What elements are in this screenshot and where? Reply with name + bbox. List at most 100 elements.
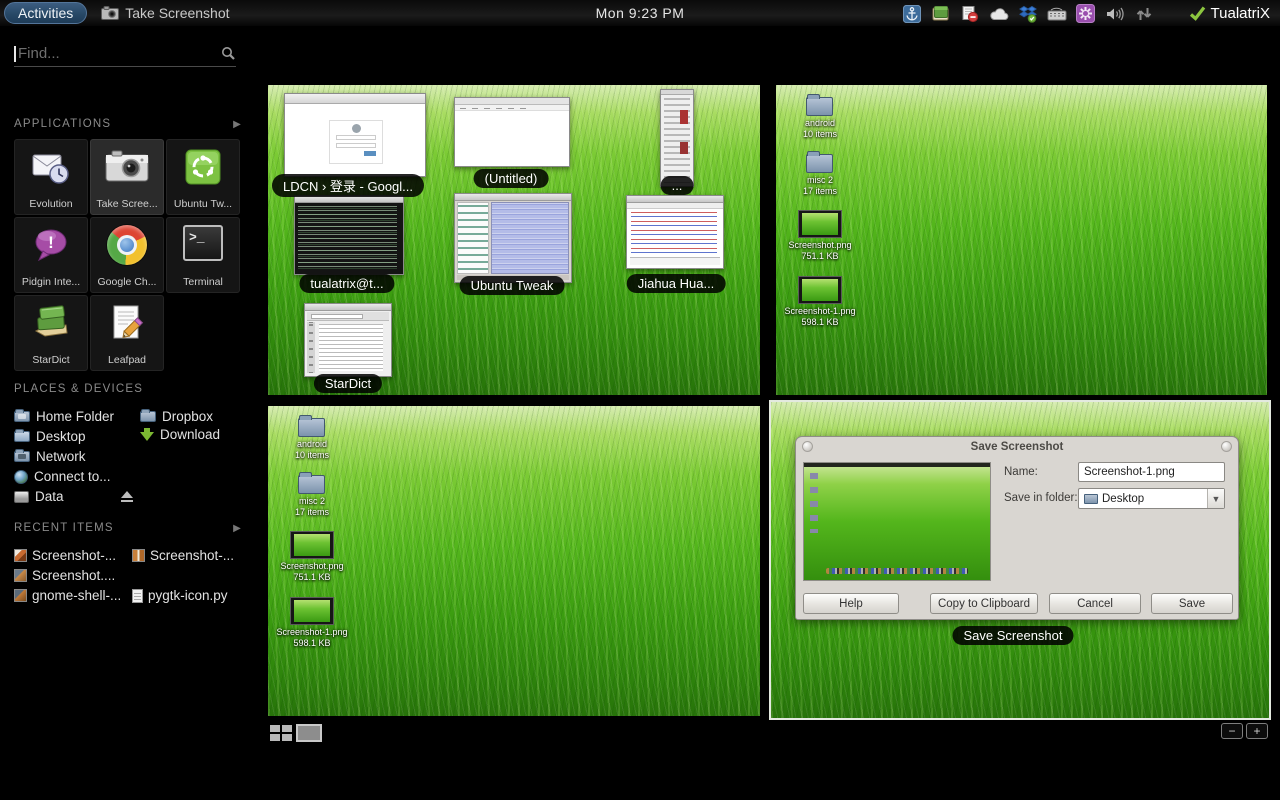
image-file-icon bbox=[14, 589, 27, 602]
app-tile-chrome[interactable]: Google Ch... bbox=[90, 217, 164, 293]
dictionary-icon[interactable] bbox=[931, 4, 951, 24]
dropbox-icon[interactable] bbox=[1018, 4, 1038, 24]
workspace-single-toggle[interactable] bbox=[296, 724, 322, 742]
window-label: StarDict bbox=[314, 374, 382, 393]
app-tile-leafpad[interactable]: Leafpad bbox=[90, 295, 164, 371]
app-tile-evolution[interactable]: Evolution bbox=[14, 139, 88, 215]
anchor-icon[interactable] bbox=[902, 4, 922, 24]
workspace-top-left[interactable]: LDCN › 登录 - Googl... (Untitled) ... tual… bbox=[268, 85, 760, 395]
text-file-icon bbox=[132, 589, 143, 603]
workspace-top-right[interactable]: android 10 items misc 2 17 items Screens… bbox=[776, 85, 1267, 395]
screenshot-thumb-icon bbox=[798, 210, 842, 238]
desktop-icons: android 10 items misc 2 17 items Screens… bbox=[276, 418, 348, 649]
user-menu[interactable]: TualatriX bbox=[1189, 5, 1270, 22]
desktop-image-file: Screenshot.png 751.1 KB bbox=[280, 531, 343, 584]
desktop-folder: misc 2 17 items bbox=[803, 154, 837, 198]
eject-icon bbox=[120, 491, 134, 503]
workspace-bottom-right[interactable]: Save Screenshot Name: Save in folder: De… bbox=[771, 402, 1269, 718]
save-in-folder-label: Save in folder: bbox=[1004, 492, 1078, 504]
dash-sidebar: APPLICATIONS ▶ Evolution Take Scree... U… bbox=[0, 27, 256, 800]
volume-icon[interactable] bbox=[1105, 4, 1125, 24]
gear-icon[interactable] bbox=[1076, 4, 1096, 24]
activities-button[interactable]: Activities bbox=[4, 2, 87, 24]
window-label: tualatrix@t... bbox=[299, 274, 394, 293]
recent-item[interactable]: pygtk-icon.py bbox=[132, 588, 228, 603]
ubuntu-tweak-icon bbox=[183, 147, 223, 192]
app-tile-stardict[interactable]: StarDict bbox=[14, 295, 88, 371]
applications-expand-icon[interactable]: ▶ bbox=[233, 119, 242, 130]
app-tile-pidgin[interactable]: ! Pidgin Inte... bbox=[14, 217, 88, 293]
folder-icon bbox=[1084, 494, 1098, 504]
window-label: Save Screenshot bbox=[952, 626, 1073, 645]
help-button[interactable]: Help bbox=[803, 593, 899, 614]
app-tile-take-screenshot[interactable]: Take Scree... bbox=[90, 139, 164, 215]
app-menu[interactable]: Take Screenshot bbox=[101, 5, 229, 21]
search-box[interactable] bbox=[14, 41, 236, 67]
desktop-icons: android 10 items misc 2 17 items Screens… bbox=[784, 97, 856, 328]
place-home-folder[interactable]: Home Folder bbox=[14, 409, 114, 424]
updown-arrows-icon[interactable] bbox=[1134, 4, 1154, 24]
window-label: LDCN › 登录 - Googl... bbox=[272, 174, 424, 197]
recent-item[interactable]: Screenshot-... bbox=[14, 548, 116, 563]
folder-combobox[interactable]: Desktop ▼ bbox=[1078, 488, 1225, 509]
recent-expand-icon[interactable]: ▶ bbox=[233, 523, 242, 534]
recent-item[interactable]: Screenshot-... bbox=[132, 548, 234, 563]
name-input[interactable] bbox=[1078, 462, 1225, 482]
window-thumbnail-ubuntu-tweak[interactable] bbox=[454, 193, 572, 283]
window-label: ... bbox=[661, 176, 694, 195]
desktop-folder: android 10 items bbox=[803, 97, 837, 141]
stardict-icon bbox=[30, 303, 72, 348]
terminal-icon: >_ bbox=[183, 225, 223, 261]
cancel-button[interactable]: Cancel bbox=[1049, 593, 1141, 614]
screenshot-thumb-icon bbox=[290, 597, 334, 625]
folder-icon bbox=[298, 418, 325, 437]
workspace-bottom-left[interactable]: android 10 items misc 2 17 items Screens… bbox=[268, 406, 760, 716]
window-thumbnail-palette[interactable] bbox=[660, 89, 694, 187]
save-button[interactable]: Save bbox=[1151, 593, 1233, 614]
clock[interactable]: Mon 9:23 PM bbox=[596, 5, 685, 21]
window-thumbnail-untitled[interactable] bbox=[454, 97, 570, 167]
window-thumbnail-browser[interactable] bbox=[284, 93, 426, 177]
place-connect-to[interactable]: Connect to... bbox=[14, 469, 111, 484]
search-input[interactable] bbox=[18, 45, 221, 62]
add-workspace-button[interactable]: + bbox=[1246, 723, 1268, 739]
folder-icon bbox=[298, 475, 325, 494]
window-thumbnail-terminal[interactable] bbox=[294, 195, 404, 275]
save-screenshot-dialog[interactable]: Save Screenshot Name: Save in folder: De… bbox=[795, 436, 1239, 620]
app-tile-terminal[interactable]: >_ Terminal bbox=[166, 217, 240, 293]
recent-item[interactable]: Screenshot.... bbox=[14, 568, 115, 583]
chrome-icon bbox=[107, 225, 147, 265]
leafpad-icon bbox=[106, 303, 148, 350]
chevron-down-icon[interactable]: ▼ bbox=[1207, 489, 1224, 508]
place-dropbox[interactable]: Dropbox bbox=[140, 409, 213, 424]
place-data[interactable]: Data bbox=[14, 489, 64, 504]
app-tile-ubuntu-tweak[interactable]: Ubuntu Tw... bbox=[166, 139, 240, 215]
place-network[interactable]: Network bbox=[14, 449, 86, 464]
place-download[interactable]: Download bbox=[140, 427, 220, 442]
screenshot-thumb-icon bbox=[290, 531, 334, 559]
keyboard-icon[interactable] bbox=[1047, 4, 1067, 24]
download-arrow-icon bbox=[140, 432, 154, 441]
take-screenshot-icon bbox=[104, 147, 150, 192]
window-thumbnail-chat[interactable] bbox=[626, 195, 724, 269]
pidgin-icon: ! bbox=[30, 225, 72, 272]
home-folder-icon bbox=[14, 411, 30, 422]
workspace-grid-toggle[interactable] bbox=[270, 725, 292, 741]
search-icon bbox=[221, 46, 236, 61]
drive-icon bbox=[14, 491, 29, 503]
recent-item[interactable]: gnome-shell-... bbox=[14, 588, 121, 603]
window-label: (Untitled) bbox=[474, 169, 549, 188]
window-thumbnail-stardict[interactable] bbox=[304, 303, 392, 377]
copy-to-clipboard-button[interactable]: Copy to Clipboard bbox=[930, 593, 1038, 614]
eject-button[interactable] bbox=[120, 491, 134, 503]
globe-icon bbox=[14, 470, 28, 484]
name-label: Name: bbox=[1004, 466, 1038, 478]
desktop-image-file: Screenshot-1.png 598.1 KB bbox=[276, 597, 347, 650]
titlebar-left-button[interactable] bbox=[802, 441, 813, 452]
cloud-icon[interactable] bbox=[989, 4, 1009, 24]
remove-workspace-button[interactable]: − bbox=[1221, 723, 1243, 739]
notes-blocked-icon[interactable] bbox=[960, 4, 980, 24]
check-icon bbox=[1189, 6, 1206, 21]
place-desktop[interactable]: Desktop bbox=[14, 429, 86, 444]
titlebar-right-button[interactable] bbox=[1221, 441, 1232, 452]
